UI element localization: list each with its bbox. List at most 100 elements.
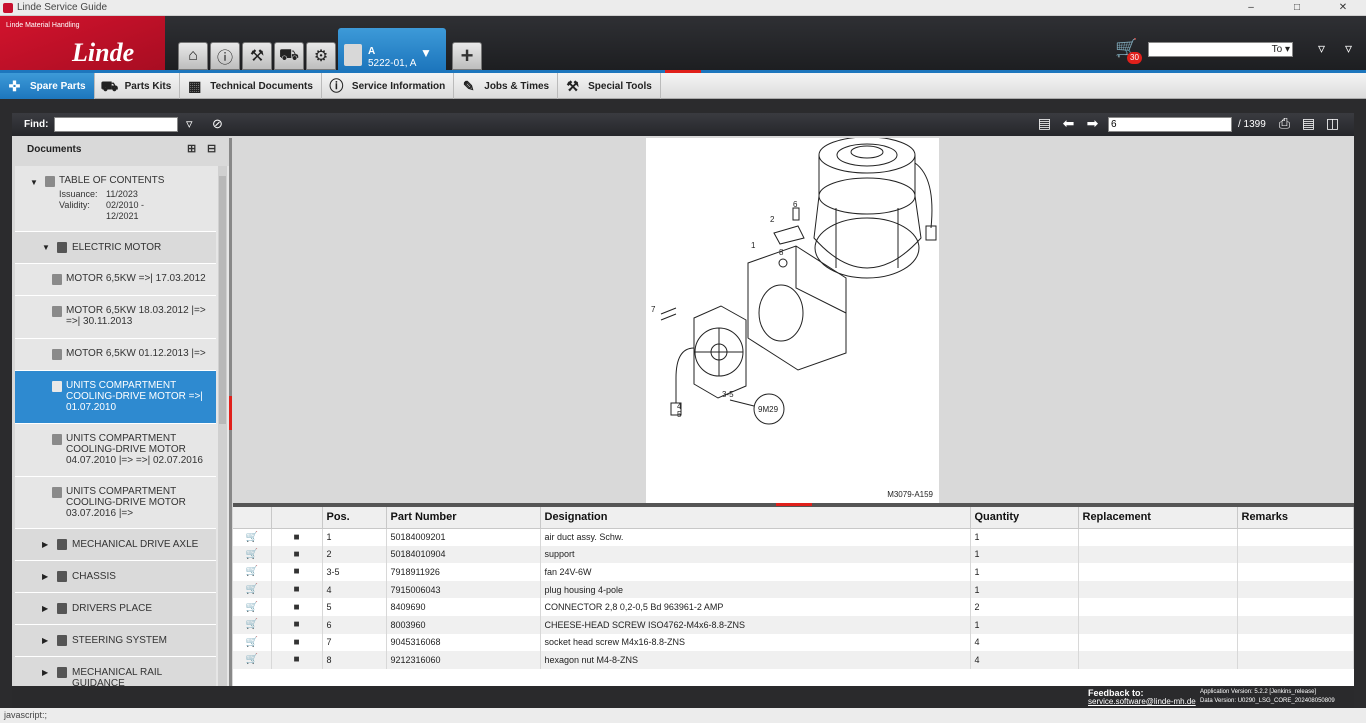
column-header[interactable]: Designation: [540, 507, 971, 529]
table-row[interactable]: 🛒 ■ 7 9045316068 socket head screw M4x16-8.8…: [233, 633, 1354, 652]
table-row[interactable]: 🛒 ■ 4 7915006043 plug housing 4-pole 1: [233, 580, 1354, 599]
window-titlebar: Linde Service Guide – □ ✕: [0, 0, 1366, 16]
expand-caret-icon[interactable]: ▼: [42, 243, 50, 252]
doc-item[interactable]: MOTOR 6,5KW 18.03.2012 |=> =>| 30.11.201…: [15, 296, 216, 339]
group-item[interactable]: ▶ MECHANICAL RAIL GUIDANCE: [15, 657, 216, 686]
prev-page-icon[interactable]: ⬅: [1060, 115, 1077, 133]
add-to-cart-icon[interactable]: 🛒: [233, 580, 272, 599]
header-search-input[interactable]: To ▾: [1148, 42, 1293, 57]
scrollbar-thumb[interactable]: [219, 176, 226, 424]
doc-label: MOTOR 6,5KW 01.12.2013 |=>: [66, 348, 206, 359]
add-to-cart-icon[interactable]: 🛒: [233, 598, 272, 616]
tab-special-tools[interactable]: ⚒ Special Tools: [558, 73, 661, 99]
kit-icon[interactable]: ■: [271, 615, 323, 634]
add-to-cart-icon[interactable]: 🛒: [233, 651, 272, 669]
kit-icon[interactable]: ■: [271, 563, 323, 581]
tools-button[interactable]: ⚒: [242, 42, 272, 70]
feedback-email-link[interactable]: service.software@linde-mh.de: [1088, 697, 1196, 706]
vehicle-button[interactable]: ⛟: [274, 42, 304, 70]
add-to-cart-icon[interactable]: 🛒: [233, 545, 272, 564]
kit-icon[interactable]: ■: [271, 598, 323, 616]
column-header[interactable]: Pos.: [322, 507, 387, 529]
vehicle-tab[interactable]: A 5222-01, A ▼: [338, 28, 446, 70]
page-input[interactable]: 6: [1108, 117, 1232, 132]
app-version: Application Version: 5.2.2 [Jenkins_rele…: [1200, 689, 1317, 695]
vertical-splitter[interactable]: [229, 138, 232, 686]
sidebar-scrollbar[interactable]: [218, 166, 227, 686]
collapsed-caret-icon[interactable]: ▶: [42, 572, 48, 581]
search-mode-select[interactable]: To ▾: [1272, 44, 1290, 55]
minimize-icon[interactable]: –: [1228, 0, 1274, 16]
replacement-cell: [1078, 651, 1238, 669]
kit-icon[interactable]: ■: [271, 633, 323, 652]
exploded-view-drawing[interactable]: 2 6 1 8 7 3-5 4 5 9M29 M3079-A159: [646, 138, 939, 503]
doc-item[interactable]: MOTOR 6,5KW 01.12.2013 |=>: [15, 339, 216, 371]
table-row[interactable]: 🛒 ■ 6 8003960 CHEESE-HEAD SCREW ISO4762-M4x6…: [233, 615, 1354, 634]
tab-service-information[interactable]: ⓘ Service Information: [322, 73, 455, 99]
tab-technical-documents[interactable]: ▦ Technical Documents: [180, 73, 322, 99]
collapsed-caret-icon[interactable]: ▶: [42, 668, 48, 677]
toc-item[interactable]: ▼ TABLE OF CONTENTS Issuance: 11/2023 Va…: [15, 166, 216, 232]
cart-button[interactable]: 🛒 30: [1115, 38, 1142, 64]
list-view-icon[interactable]: ▤: [1300, 115, 1317, 133]
collapsed-caret-icon[interactable]: ▶: [42, 540, 48, 549]
column-header[interactable]: Replacement: [1078, 507, 1238, 529]
maximize-icon[interactable]: □: [1274, 0, 1320, 16]
clear-filter-icon[interactable]: ▿: [1345, 40, 1352, 57]
filter-icon[interactable]: ▿: [1318, 40, 1325, 57]
info-button[interactable]: ⓘ: [210, 42, 240, 70]
validity-label: Validity:: [59, 200, 90, 210]
kit-icon[interactable]: ■: [271, 580, 323, 599]
clear-filter-icon[interactable]: ⊘: [212, 116, 223, 132]
column-header[interactable]: Remarks: [1237, 507, 1354, 529]
vehicle-filter-icon[interactable]: ▼: [420, 46, 432, 60]
section-item-electric-motor[interactable]: ▼ ELECTRIC MOTOR: [15, 232, 216, 264]
kit-icon[interactable]: ■: [271, 528, 323, 546]
drawing-viewer[interactable]: 2 6 1 8 7 3-5 4 5 9M29 M3079-A159: [233, 138, 1354, 503]
tab-spare-parts[interactable]: ✜ Spare Parts: [0, 73, 95, 99]
add-to-cart-icon[interactable]: 🛒: [233, 563, 272, 581]
table-row[interactable]: 🛒 ■ 2 50184010904 support 1: [233, 545, 1354, 564]
column-header[interactable]: Part Number: [386, 507, 541, 529]
doc-item[interactable]: UNITS COMPARTMENT COOLING-DRIVE MOTOR 03…: [15, 477, 216, 529]
group-item[interactable]: ▶ DRIVERS PLACE: [15, 593, 216, 625]
table-row[interactable]: 🛒 ■ 1 50184009201 air duct assy. Schw. 1: [233, 528, 1354, 546]
callout-3-5: 3-5: [722, 390, 734, 399]
collapsed-caret-icon[interactable]: ▶: [42, 604, 48, 613]
collapsed-caret-icon[interactable]: ▶: [42, 636, 48, 645]
filter-icon[interactable]: ▿: [186, 116, 193, 132]
tab-parts-kits[interactable]: ⛟ Parts Kits: [95, 73, 181, 99]
expand-all-icon[interactable]: ⊟: [207, 142, 216, 155]
doc-label: UNITS COMPARTMENT COOLING-DRIVE MOTOR 03…: [66, 486, 186, 519]
tab-jobs-times[interactable]: ✎ Jobs & Times: [454, 73, 559, 99]
doc-item[interactable]: MOTOR 6,5KW =>| 17.03.2012: [15, 264, 216, 296]
table-row[interactable]: 🛒 ■ 5 8409690 CONNECTOR 2,8 0,2-0,5 Bd 96396…: [233, 598, 1354, 616]
add-tab-button[interactable]: +: [452, 42, 482, 70]
doc-item[interactable]: UNITS COMPARTMENT COOLING-DRIVE MOTOR 04…: [15, 424, 216, 477]
home-button[interactable]: ⌂: [178, 42, 208, 70]
add-to-cart-icon[interactable]: 🛒: [233, 615, 272, 634]
kit-icon[interactable]: ■: [271, 651, 323, 669]
find-input[interactable]: [54, 117, 178, 132]
doc-item-selected[interactable]: UNITS COMPARTMENT COOLING-DRIVE MOTOR =>…: [15, 371, 216, 424]
table-row[interactable]: 🛒 ■ 3-5 7918911926 fan 24V-6W 1: [233, 563, 1354, 581]
group-item[interactable]: ▶ MECHANICAL DRIVE AXLE: [15, 529, 216, 561]
plus-icon: +: [460, 43, 474, 68]
next-page-icon[interactable]: ➡: [1084, 115, 1101, 133]
column-header[interactable]: Quantity: [970, 507, 1079, 529]
collapse-all-icon[interactable]: ⊞: [187, 142, 196, 155]
group-item[interactable]: ▶ CHASSIS: [15, 561, 216, 593]
linde-logo[interactable]: Linde Material Handling Linde: [0, 16, 165, 70]
add-to-cart-icon[interactable]: 🛒: [233, 633, 272, 652]
expand-caret-icon[interactable]: ▼: [30, 178, 38, 187]
bookmark-icon[interactable]: ▤: [1036, 115, 1053, 133]
kit-icon[interactable]: ■: [271, 545, 323, 564]
settings-button[interactable]: ⚙: [306, 42, 336, 70]
add-to-cart-icon[interactable]: 🛒: [233, 528, 272, 546]
print-icon[interactable]: ⎙: [1276, 115, 1293, 133]
table-row[interactable]: 🛒 ■ 8 9212316060 hexagon nut M4-8-ZNS 4: [233, 651, 1354, 669]
close-icon[interactable]: ✕: [1320, 0, 1366, 16]
logo-brand: Linde: [72, 38, 135, 67]
group-item[interactable]: ▶ STEERING SYSTEM: [15, 625, 216, 657]
split-view-icon[interactable]: ◫: [1324, 115, 1341, 133]
